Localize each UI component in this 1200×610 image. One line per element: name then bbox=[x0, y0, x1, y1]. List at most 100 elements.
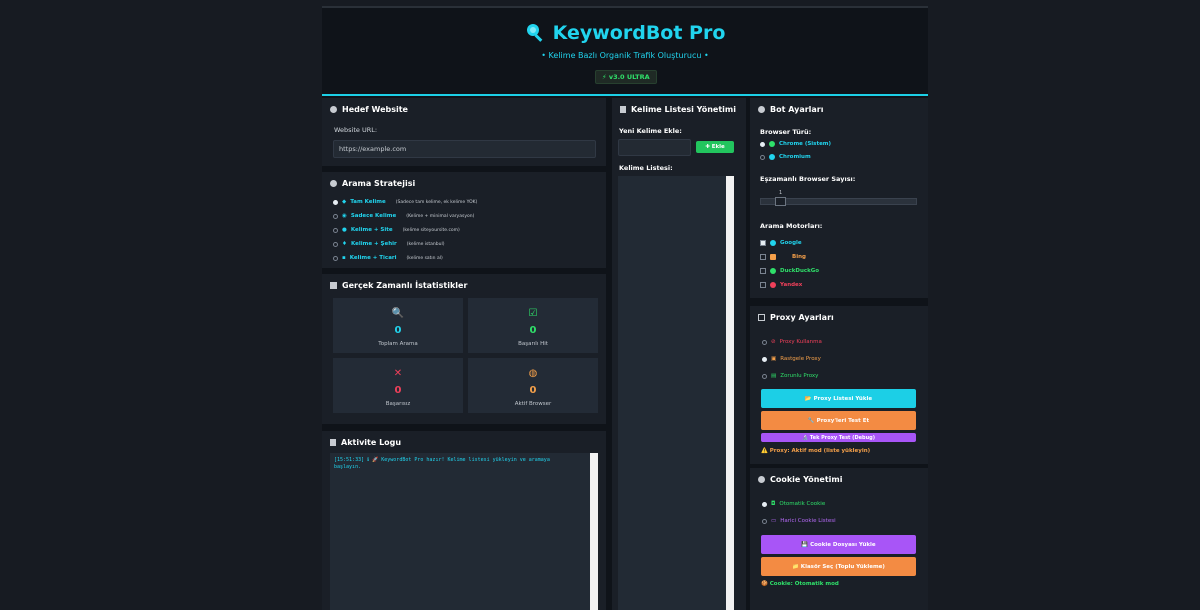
option-label: DuckDuckGo bbox=[780, 268, 820, 274]
yandex-icon bbox=[770, 282, 776, 288]
cookie-option-auto[interactable]: ◘ Otomatik Cookie bbox=[762, 501, 825, 507]
add-keyword-button[interactable]: ✚ Ekle bbox=[696, 141, 734, 153]
stat-successful-hits: ☑ 0 Başarılı Hit bbox=[468, 298, 598, 353]
concurrent-browser-slider[interactable] bbox=[760, 197, 917, 206]
engine-google[interactable]: Google bbox=[760, 240, 802, 246]
concurrent-browser-label: Eşzamanlı Browser Sayısı: bbox=[760, 175, 856, 183]
radio-button[interactable] bbox=[333, 199, 338, 205]
pin-icon: ♦ bbox=[342, 241, 347, 247]
proxy-option-none[interactable]: ⊘ Proxy Kullanma bbox=[762, 339, 822, 345]
magnifier-icon bbox=[770, 240, 776, 246]
option-label: Proxy Kullanma bbox=[779, 339, 822, 345]
radio-button[interactable] bbox=[762, 356, 767, 362]
panel-title: Aktivite Logu bbox=[330, 438, 401, 447]
target-icon bbox=[330, 106, 337, 113]
test-proxies-button[interactable]: 🔧 Proxy'leri Test Et bbox=[761, 411, 916, 430]
option-label: Harici Cookie Listesi bbox=[780, 518, 836, 524]
strategy-option-keyword[interactable]: ◉ Sadece Kelime (Kelime + minimal varyas… bbox=[333, 213, 474, 219]
cookie-option-external[interactable]: ▭ Harici Cookie Listesi bbox=[762, 518, 836, 524]
browser-type-label: Browser Türü: bbox=[760, 128, 812, 136]
log-line: [15:51:33] ℹ 🚀 KeywordBot Pro hazır! Kel… bbox=[334, 457, 550, 463]
option-label: Bing bbox=[792, 254, 806, 260]
stat-label: Aktif Browser bbox=[514, 401, 552, 407]
radio-button[interactable] bbox=[333, 255, 338, 261]
browser-option-chrome[interactable]: Chrome (Sistem) bbox=[760, 141, 831, 147]
website-url-input[interactable]: https://example.com bbox=[333, 140, 596, 158]
app-title: KeywordBot Pro bbox=[322, 22, 928, 47]
option-label: Chromium bbox=[779, 154, 811, 160]
keyword-list-panel: Kelime Listesi Yönetimi Yeni Kelime Ekle… bbox=[612, 98, 746, 610]
option-label: Zorunlu Proxy bbox=[780, 373, 819, 379]
option-desc: (kelime istanbul) bbox=[406, 241, 445, 247]
radio-button[interactable] bbox=[762, 518, 767, 524]
log-line: başlayın. bbox=[334, 464, 362, 470]
robot-icon: ◘ bbox=[771, 501, 776, 507]
checkbox[interactable] bbox=[760, 254, 766, 260]
url-label: Website URL: bbox=[334, 126, 378, 134]
select-folder-button[interactable]: 📁 Klasör Seç (Toplu Yükleme) bbox=[761, 557, 916, 576]
radio-button[interactable] bbox=[760, 154, 765, 160]
search-strategy-panel: Arama Stratejisi ◆ Tam Kelime (Sadece ta… bbox=[322, 172, 606, 268]
engine-duckduckgo[interactable]: DuckDuckGo bbox=[760, 268, 819, 274]
cookie-management-panel: Cookie Yönetimi ◘ Otomatik Cookie ▭ Hari… bbox=[750, 468, 928, 610]
app-subtitle: • Kelime Bazlı Organik Trafik Oluşturucu… bbox=[541, 51, 709, 60]
new-keyword-input[interactable] bbox=[618, 139, 691, 156]
keyword-list-scrollbar[interactable] bbox=[726, 176, 734, 610]
dice-icon: ▣ bbox=[771, 356, 777, 362]
checkbox[interactable] bbox=[760, 240, 766, 246]
panel-title: Cookie Yönetimi bbox=[758, 475, 842, 484]
chromium-icon bbox=[769, 154, 775, 160]
proxy-option-random[interactable]: ▣ Rastgele Proxy bbox=[762, 356, 821, 362]
slider-handle[interactable] bbox=[775, 197, 786, 206]
radio-button[interactable] bbox=[333, 213, 338, 219]
checkbox[interactable] bbox=[760, 282, 766, 288]
strategy-option-exact[interactable]: ◆ Tam Kelime (Sadece tam kelime, ek keli… bbox=[333, 199, 477, 205]
option-label: Yandex bbox=[780, 282, 803, 288]
load-cookie-file-button[interactable]: 💾 Cookie Dosyası Yükle bbox=[761, 535, 916, 554]
app-window: KeywordBot Pro • Kelime Bazlı Organik Tr… bbox=[322, 6, 928, 610]
radio-button[interactable] bbox=[762, 501, 767, 507]
panel-title: Kelime Listesi Yönetimi bbox=[620, 105, 736, 114]
engine-yandex[interactable]: Yandex bbox=[760, 282, 802, 288]
option-label: Kelime + Şehir bbox=[350, 241, 397, 247]
load-proxy-list-button[interactable]: 📂 Proxy Listesi Yükle bbox=[761, 389, 916, 408]
search-engines-label: Arama Motorları: bbox=[760, 222, 823, 230]
stat-value: 0 bbox=[394, 325, 402, 336]
app-title-text: KeywordBot Pro bbox=[552, 22, 726, 44]
option-label: Rastgele Proxy bbox=[780, 356, 821, 362]
cookie-status: 🍪 Cookie: Otomatik mod bbox=[761, 581, 839, 587]
header-accent-bar bbox=[322, 94, 928, 96]
option-label: Otomatik Cookie bbox=[779, 501, 826, 507]
option-label: Sadece Kelime bbox=[350, 213, 397, 219]
option-label: Chrome (Sistem) bbox=[779, 141, 832, 147]
target-website-panel: Hedef Website Website URL: https://examp… bbox=[322, 98, 606, 166]
radio-button[interactable] bbox=[762, 373, 767, 379]
slider-value: 1 bbox=[779, 190, 783, 196]
clipboard-icon bbox=[330, 439, 336, 446]
panel-title: Arama Stratejisi bbox=[330, 179, 415, 188]
option-label: Kelime + Ticari bbox=[349, 255, 397, 261]
duck-icon bbox=[770, 268, 776, 274]
single-proxy-debug-button[interactable]: 🔬 Tek Proxy Test (Debug) bbox=[761, 433, 916, 442]
activity-log-panel: Aktivite Logu [15:51:33] ℹ 🚀 KeywordBot … bbox=[322, 431, 606, 610]
option-label: Tam Kelime bbox=[350, 199, 386, 205]
magnifier-icon bbox=[525, 22, 545, 47]
log-scrollbar[interactable] bbox=[590, 453, 598, 610]
radio-button[interactable] bbox=[333, 227, 338, 233]
app-header: KeywordBot Pro • Kelime Bazlı Organik Tr… bbox=[322, 8, 928, 94]
keyword-list-box[interactable] bbox=[618, 176, 734, 610]
panel-title: Bot Ayarları bbox=[758, 105, 824, 114]
strategy-option-commercial[interactable]: ▪ Kelime + Ticari (kelime satın al) bbox=[333, 255, 443, 261]
activity-log-box[interactable]: [15:51:33] ℹ 🚀 KeywordBot Pro hazır! Kel… bbox=[330, 453, 598, 610]
strategy-option-city[interactable]: ♦ Kelime + Şehir (kelime istanbul) bbox=[333, 241, 444, 247]
checkbox[interactable] bbox=[760, 268, 766, 274]
engine-bing[interactable]: Bing bbox=[760, 254, 806, 260]
strategy-option-site[interactable]: ● Kelime + Site (kelime siteyoursite.com… bbox=[333, 227, 460, 233]
target-icon: ◉ bbox=[342, 213, 347, 219]
proxy-option-required[interactable]: ▤ Zorunlu Proxy bbox=[762, 373, 818, 379]
radio-button[interactable] bbox=[333, 241, 338, 247]
panel-title: Proxy Ayarları bbox=[758, 313, 834, 322]
radio-button[interactable] bbox=[762, 339, 767, 345]
browser-option-chromium[interactable]: Chromium bbox=[760, 154, 811, 160]
radio-button[interactable] bbox=[760, 141, 765, 147]
